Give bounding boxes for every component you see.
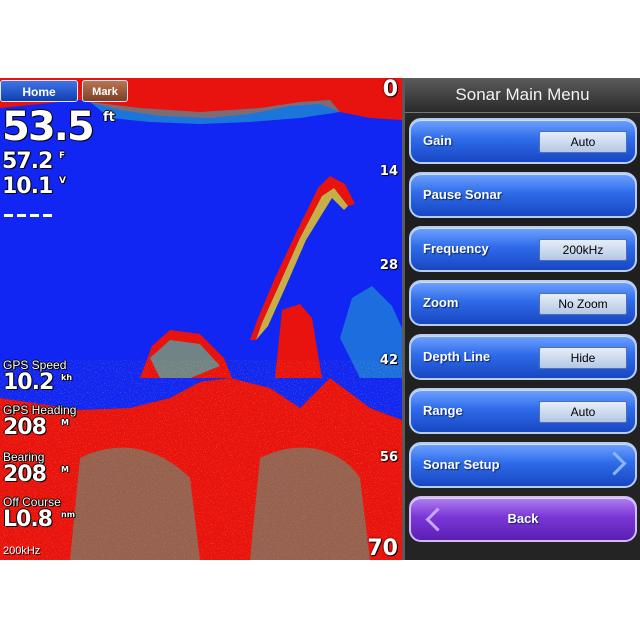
back-button[interactable]: Back (409, 496, 637, 542)
menu-item-label: Sonar Setup (423, 457, 500, 472)
menu-item-pause-sonar[interactable]: Pause Sonar (409, 172, 637, 218)
water-temp-unit: F (59, 151, 66, 161)
gps-speed-unit: kh (61, 373, 73, 382)
menu-item-label: Range (423, 403, 463, 418)
voltage-unit: V (59, 176, 66, 186)
menu-item-gain[interactable]: Gain Auto (409, 118, 637, 164)
gps-heading-value: 208 (3, 415, 47, 440)
sonar-main-menu: Sonar Main Menu Gain Auto Pause Sonar Fr… (402, 78, 640, 560)
menu-item-depth-line[interactable]: Depth Line Hide (409, 334, 637, 380)
depth-line-indicator (4, 214, 52, 217)
bearing-unit: M (61, 465, 69, 474)
depth-line-value: Hide (539, 347, 627, 369)
menu-item-frequency[interactable]: Frequency 200kHz (409, 226, 637, 272)
home-button[interactable]: Home (0, 80, 78, 102)
gps-speed-value: 10.2 (3, 370, 54, 395)
frequency-value: 200kHz (539, 239, 627, 261)
menu-item-label: Zoom (423, 295, 459, 310)
bearing-value: 208 (3, 462, 47, 487)
depth-scale-14: 14 (379, 164, 398, 179)
mark-button[interactable]: Mark (82, 80, 128, 102)
frequency-indicator: 200kHz (3, 545, 41, 557)
depth-scale-0: 0 (382, 78, 398, 102)
voltage-readout: 10.1 (2, 174, 53, 199)
sonar-view[interactable]: Home Mark 0 14 28 42 56 70 53.5 ft 57.2 … (0, 78, 402, 560)
chartplotter-screen: Home Mark 0 14 28 42 56 70 53.5 ft 57.2 … (0, 78, 640, 560)
menu-item-sonar-setup[interactable]: Sonar Setup (409, 442, 637, 488)
depth-unit: ft (103, 110, 115, 125)
range-value: Auto (539, 401, 627, 423)
back-label: Back (507, 511, 539, 526)
chevron-right-icon (602, 451, 627, 476)
depth-readout: 53.5 (2, 104, 95, 150)
menu-item-zoom[interactable]: Zoom No Zoom (409, 280, 637, 326)
menu-item-label: Pause Sonar (423, 187, 502, 202)
menu-title: Sonar Main Menu (405, 78, 640, 113)
menu-item-range[interactable]: Range Auto (409, 388, 637, 434)
menu-item-label: Gain (423, 133, 452, 148)
depth-scale-42: 42 (379, 353, 398, 368)
gps-heading-unit: M (61, 418, 69, 427)
zoom-value: No Zoom (539, 293, 627, 315)
menu-item-label: Frequency (423, 241, 489, 256)
water-temp-readout: 57.2 (2, 149, 53, 174)
depth-scale-28: 28 (379, 258, 398, 273)
menu-item-label: Depth Line (423, 349, 491, 364)
off-course-unit: nm (61, 511, 75, 519)
gain-value: Auto (539, 131, 627, 153)
off-course-value: L0.8 (3, 507, 53, 532)
depth-scale-56: 56 (379, 450, 398, 465)
depth-scale-70: 70 (367, 536, 398, 560)
